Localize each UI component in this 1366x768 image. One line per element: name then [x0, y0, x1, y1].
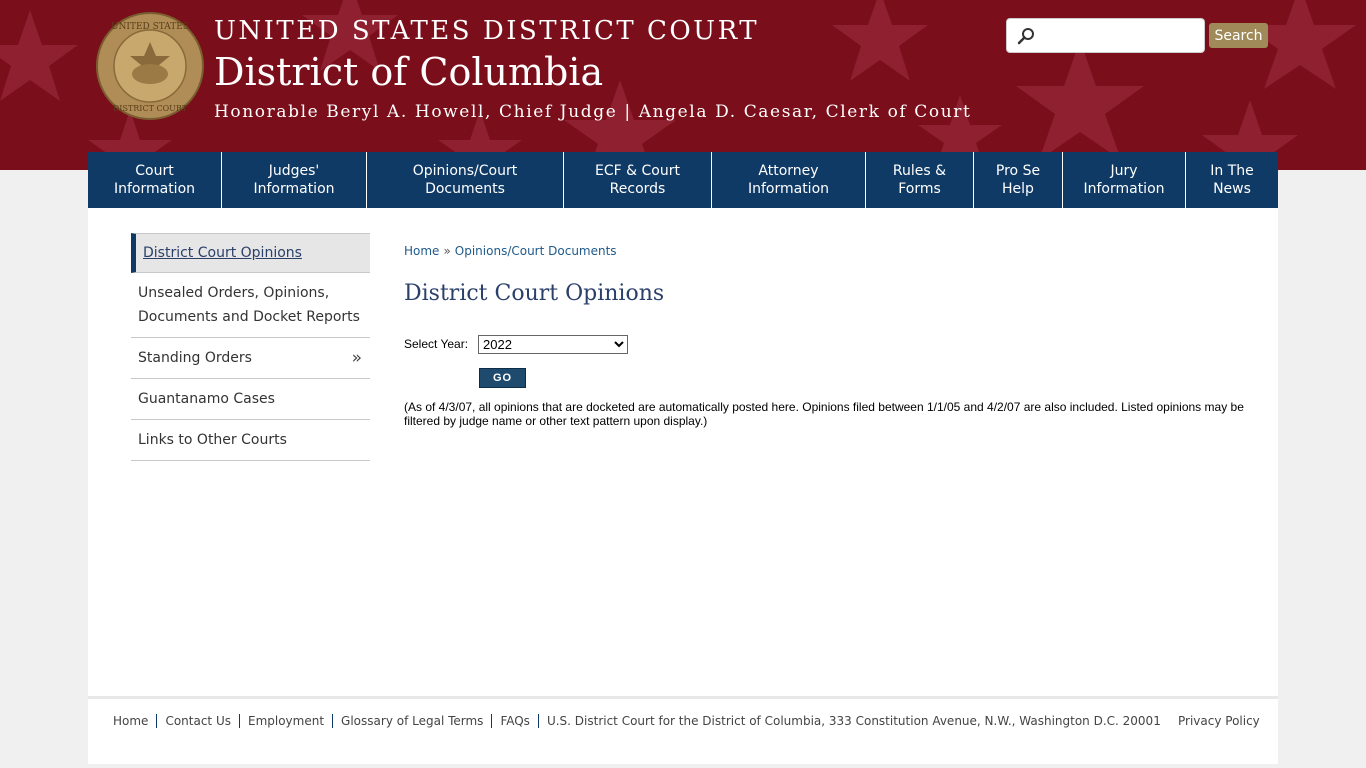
sidebar-item-links-to-other-courts[interactable]: Links to Other Courts — [131, 420, 370, 461]
svg-text:DISTRICT COURT: DISTRICT COURT — [113, 104, 188, 113]
chevron-right-icon: » — [351, 348, 362, 368]
nav-pro-se-help[interactable]: Pro Se Help — [974, 152, 1063, 208]
nav-judges-information[interactable]: Judges' Information — [222, 152, 367, 208]
sidebar-item-unsealed-orders[interactable]: Unsealed Orders, Opinions, Documents and… — [131, 273, 370, 338]
footer-divider — [88, 696, 1278, 699]
judges-line: Honorable Beryl A. Howell, Chief Judge |… — [214, 102, 972, 122]
footer-separator — [491, 714, 493, 728]
footer-link-home[interactable]: Home — [113, 714, 148, 728]
footer-separator — [238, 714, 240, 728]
footer-link-privacy-policy[interactable]: Privacy Policy — [1178, 714, 1260, 728]
footer-link-faqs[interactable]: FAQs — [500, 714, 530, 728]
footer-address: U.S. District Court for the District of … — [546, 714, 1161, 728]
nav-court-information[interactable]: Court Information — [88, 152, 222, 208]
footer-separator — [332, 714, 334, 728]
breadcrumb: Home » Opinions/Court Documents — [404, 244, 617, 258]
footer-link-employment[interactable]: Employment — [248, 714, 324, 728]
nav-in-the-news[interactable]: In The News — [1186, 152, 1278, 208]
footer-link-contact-us[interactable]: Contact Us — [165, 714, 231, 728]
year-select[interactable]: 2022 — [478, 335, 628, 354]
opinions-note: (As of 4/3/07, all opinions that are doc… — [404, 400, 1244, 428]
footer-separator — [537, 714, 539, 728]
search-button[interactable]: Search — [1209, 23, 1268, 48]
search-box[interactable] — [1006, 18, 1205, 53]
nav-ecf-court-records[interactable]: ECF & Court Records — [564, 152, 712, 208]
footer-separator — [156, 714, 158, 728]
footer-links: Home Contact Us Employment Glossary of L… — [113, 714, 1161, 728]
page-title: District Court Opinions — [404, 281, 665, 306]
court-name-line: UNITED STATES DISTRICT COURT — [214, 16, 760, 46]
go-button[interactable]: GO — [479, 368, 526, 388]
sidebar-item-standing-orders[interactable]: Standing Orders » — [131, 338, 370, 379]
nav-rules-forms[interactable]: Rules & Forms — [866, 152, 974, 208]
breadcrumb-current[interactable]: Opinions/Court Documents — [455, 244, 617, 258]
district-name[interactable]: District of Columbia — [214, 50, 603, 94]
search-input[interactable] — [1041, 23, 1201, 49]
nav-attorney-information[interactable]: Attorney Information — [712, 152, 866, 208]
nav-jury-information[interactable]: Jury Information — [1063, 152, 1186, 208]
nav-opinions-court-documents[interactable]: Opinions/Court Documents — [367, 152, 564, 208]
breadcrumb-separator: » — [443, 244, 451, 258]
court-seal-icon: UNITED STATES DISTRICT COURT — [96, 12, 204, 120]
sidebar-item-district-court-opinions[interactable]: District Court Opinions — [131, 233, 370, 273]
breadcrumb-home[interactable]: Home — [404, 244, 439, 258]
main-nav: Court Information Judges' Information Op… — [88, 152, 1278, 208]
footer-link-glossary[interactable]: Glossary of Legal Terms — [341, 714, 483, 728]
select-year-label: Select Year: — [404, 337, 469, 351]
sidebar-item-guantanamo-cases[interactable]: Guantanamo Cases — [131, 379, 370, 420]
svg-text:UNITED STATES: UNITED STATES — [111, 22, 189, 32]
sidebar: District Court Opinions Unsealed Orders,… — [131, 233, 370, 461]
search-icon — [1017, 28, 1034, 45]
